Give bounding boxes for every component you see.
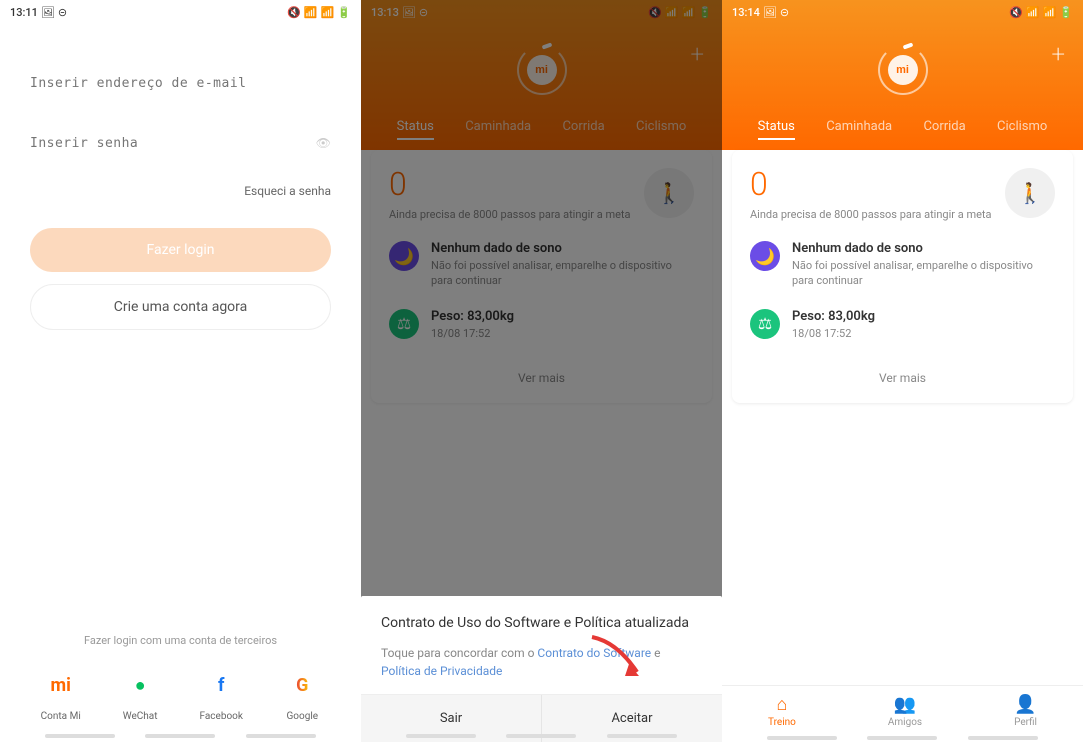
wechat-icon: ● [122, 667, 158, 703]
software-contract-link[interactable]: Contrato do Software [537, 646, 651, 660]
dialog-text-prefix: Toque para concordar com o [381, 646, 537, 660]
android-nav-bar [361, 734, 722, 738]
steps-count: 0 [750, 168, 992, 200]
android-nav-bar [722, 736, 1083, 740]
social-label: Facebook [199, 711, 242, 722]
image-icon: 🖼 [763, 6, 777, 19]
tab-ciclismo[interactable]: Ciclismo [997, 119, 1047, 140]
login-button[interactable]: Fazer login [30, 228, 331, 272]
signal-icon: 📶 [321, 6, 335, 19]
social-facebook[interactable]: f Facebook [199, 667, 242, 722]
home-pill[interactable] [506, 734, 576, 738]
google-icon: G [284, 667, 320, 703]
status-bar: 13:14 🖼 ⊝ 🔇 📶 📶 🔋 [722, 0, 1083, 24]
tab-status[interactable]: Status [758, 119, 795, 140]
third-party-login: Fazer login com uma conta de terceiros m… [0, 634, 361, 722]
policy-dialog: Contrato de Uso do Software e Política a… [361, 596, 722, 742]
status-time: 13:11 [10, 6, 38, 19]
mute-icon: 🔇 [287, 6, 301, 19]
recents-pill[interactable] [406, 734, 476, 738]
walk-icon[interactable]: 🚶 [1005, 168, 1055, 218]
moon-icon: 🌙 [750, 241, 780, 271]
back-pill[interactable] [968, 736, 1038, 740]
tab-corrida[interactable]: Corrida [923, 119, 965, 140]
wifi-icon: 📶 [1026, 6, 1040, 19]
nav-label: Treino [768, 717, 796, 728]
email-input[interactable] [30, 64, 331, 104]
nav-amigos[interactable]: 👥 Amigos [888, 694, 922, 728]
battery-icon: 🔋 [1059, 6, 1073, 19]
sleep-title: Nenhum dado de sono [792, 241, 1055, 256]
battery-icon: 🔋 [337, 6, 351, 19]
show-password-icon[interactable]: 👁 [316, 136, 331, 150]
header: 13:14 🖼 ⊝ 🔇 📶 📶 🔋 + mi Status Caminhada … [722, 0, 1083, 150]
weight-row[interactable]: ⚖ Peso: 83,00kg 18/08 17:52 [750, 309, 1055, 341]
nav-perfil[interactable]: 👤 Perfil [1014, 694, 1037, 728]
recents-pill[interactable] [45, 734, 115, 738]
weight-subtitle: 18/08 17:52 [792, 326, 1055, 341]
mi-logo: mi [878, 45, 928, 95]
forgot-password-link[interactable]: Esqueci a senha [30, 184, 331, 198]
status-time: 13:14 [732, 6, 760, 19]
sync-icon: ⊝ [780, 6, 789, 19]
dialog-text-mid: e [651, 646, 660, 660]
friends-icon: 👥 [894, 694, 916, 715]
sleep-subtitle: Não foi possível analisar, emparelhe o d… [792, 258, 1055, 289]
sleep-row[interactable]: 🌙 Nenhum dado de sono Não foi possível a… [750, 241, 1055, 289]
facebook-icon: f [203, 667, 239, 703]
home-screen: 13:14 🖼 ⊝ 🔇 📶 📶 🔋 + mi Status Caminhada … [722, 0, 1083, 742]
android-nav-bar [0, 734, 361, 738]
bottom-nav: ⌂ Treino 👥 Amigos 👤 Perfil [722, 685, 1083, 732]
social-wechat[interactable]: ● WeChat [122, 667, 158, 722]
status-card: 0 Ainda precisa de 8000 passos para atin… [732, 150, 1073, 403]
weight-title: Peso: 83,00kg [792, 309, 1055, 324]
nav-label: Amigos [888, 717, 922, 728]
third-party-title: Fazer login com uma conta de terceiros [20, 634, 341, 647]
login-form: 👁 Esqueci a senha Fazer login Crie uma c… [0, 24, 361, 330]
home-pill[interactable] [145, 734, 215, 738]
nav-label: Perfil [1014, 717, 1037, 728]
image-icon: 🖼 [41, 6, 55, 19]
dialog-text: Toque para concordar com o Contrato do S… [381, 644, 702, 680]
signal-icon: 📶 [1043, 6, 1057, 19]
sync-icon: ⊝ [58, 6, 67, 19]
scale-icon: ⚖ [750, 309, 780, 339]
see-more-link[interactable]: Ver mais [750, 359, 1055, 385]
create-account-button[interactable]: Crie uma conta agora [30, 284, 331, 330]
status-bar: 13:11 🖼 ⊝ 🔇 📶 📶 🔋 [0, 0, 361, 24]
social-google[interactable]: G Google [284, 667, 320, 722]
tab-caminhada[interactable]: Caminhada [826, 119, 892, 140]
password-input[interactable] [30, 124, 331, 164]
mute-icon: 🔇 [1009, 6, 1023, 19]
back-pill[interactable] [246, 734, 316, 738]
home-pill[interactable] [867, 736, 937, 740]
mi-icon: mi [43, 667, 79, 703]
recents-pill[interactable] [767, 736, 837, 740]
login-screen: 13:11 🖼 ⊝ 🔇 📶 📶 🔋 👁 Esqueci a senha Faze… [0, 0, 361, 742]
home-screen-with-dialog: 13:13 🖼 ⊝ 🔇 📶 📶 🔋 + mi Status Caminhada … [361, 0, 722, 742]
social-mi[interactable]: mi Conta Mi [41, 667, 81, 722]
home-icon: ⌂ [776, 694, 787, 715]
social-label: Google [286, 711, 318, 722]
wifi-icon: 📶 [304, 6, 318, 19]
dialog-title: Contrato de Uso do Software e Política a… [381, 614, 702, 634]
steps-goal-text: Ainda precisa de 8000 passos para atingi… [750, 208, 992, 221]
social-label: WeChat [123, 711, 158, 722]
nav-treino[interactable]: ⌂ Treino [768, 694, 796, 728]
back-pill[interactable] [607, 734, 677, 738]
profile-icon: 👤 [1014, 694, 1036, 715]
privacy-policy-link[interactable]: Política de Privacidade [381, 664, 502, 678]
add-icon[interactable]: + [1051, 40, 1065, 68]
social-label: Conta Mi [41, 711, 81, 722]
tab-bar: Status Caminhada Corrida Ciclismo [722, 119, 1083, 140]
